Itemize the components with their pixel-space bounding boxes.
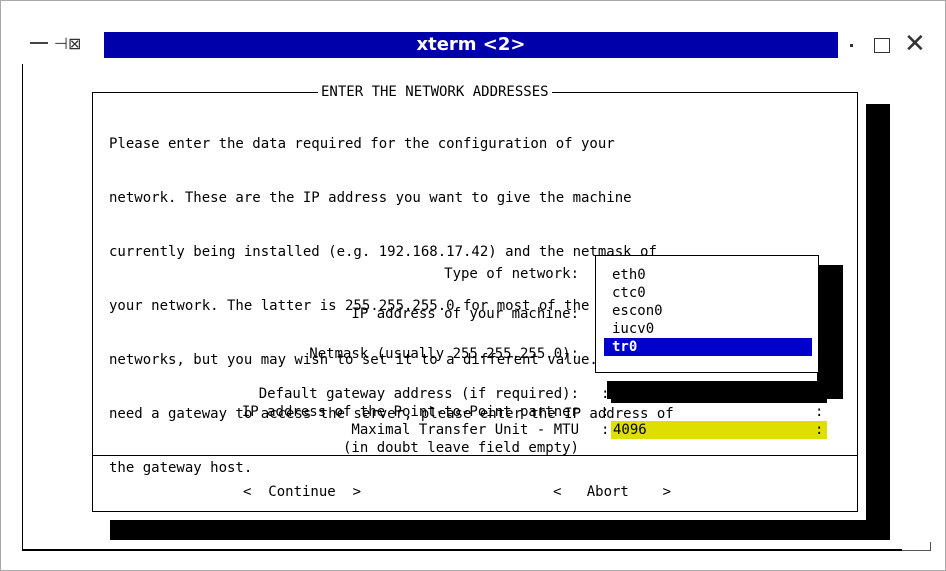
dialog-shadow-bottom <box>110 520 890 540</box>
field-delimiter: : <box>601 422 610 438</box>
field-delimiter: : <box>601 386 610 402</box>
menu-dot-icon[interactable] <box>850 44 853 47</box>
mtu-label: Maximal Transfer Unit - MTU <box>351 422 579 438</box>
field-delimiter: : <box>815 404 824 420</box>
list-item-selected[interactable]: tr0 <box>604 338 812 356</box>
dialog-title: ENTER THE NETWORK ADDRESSES <box>318 84 552 100</box>
window-title: xterm <2> <box>104 32 838 58</box>
list-item[interactable]: ctc0 <box>604 284 812 302</box>
dialog-shadow-right <box>866 104 890 540</box>
ip-address-label: IP address of your machine: <box>351 306 579 322</box>
ptp-partner-label: IP address of the Point-to-Point partner <box>241 404 579 420</box>
listbox-shadow <box>817 265 843 399</box>
ptp-partner-input[interactable] <box>611 403 827 421</box>
mtu-input[interactable]: 4096 <box>611 421 827 439</box>
pin-icon[interactable]: ⊣⊠ <box>54 34 81 68</box>
list-item[interactable]: eth0 <box>604 266 812 284</box>
list-item[interactable]: iucv0 <box>604 320 812 338</box>
maximize-icon[interactable] <box>874 38 890 53</box>
field-delimiter: : <box>601 404 610 420</box>
gateway-input[interactable] <box>611 385 827 403</box>
terminal-border-bottom <box>22 549 902 551</box>
terminal-border <box>22 64 23 550</box>
resize-corner[interactable] <box>902 542 931 551</box>
close-icon[interactable]: ✕ <box>904 30 926 64</box>
abort-button[interactable]: < Abort > <box>553 483 671 501</box>
minimize-icon[interactable] <box>30 42 48 44</box>
netmask-label: Netmask (usually 255.255.255.0): <box>309 346 579 362</box>
network-type-label: Type of network: <box>444 266 579 282</box>
network-type-list[interactable]: eth0 ctc0 escon0 iucv0 tr0 <box>595 255 819 373</box>
title-bar: ⊣⊠ xterm <2> ✕ <box>16 28 928 62</box>
network-dialog: ENTER THE NETWORK ADDRESSES Please enter… <box>92 84 858 512</box>
description-line: Please enter the data required for the c… <box>109 136 615 152</box>
list-item[interactable]: escon0 <box>604 302 812 320</box>
description-line: network. These are the IP address you wa… <box>109 190 632 206</box>
gateway-label: Default gateway address (if required): <box>258 386 579 402</box>
description-line: the gateway host. <box>109 460 253 476</box>
continue-button[interactable]: < Continue > <box>243 483 361 501</box>
button-separator <box>93 455 857 456</box>
field-delimiter: : <box>815 422 824 438</box>
